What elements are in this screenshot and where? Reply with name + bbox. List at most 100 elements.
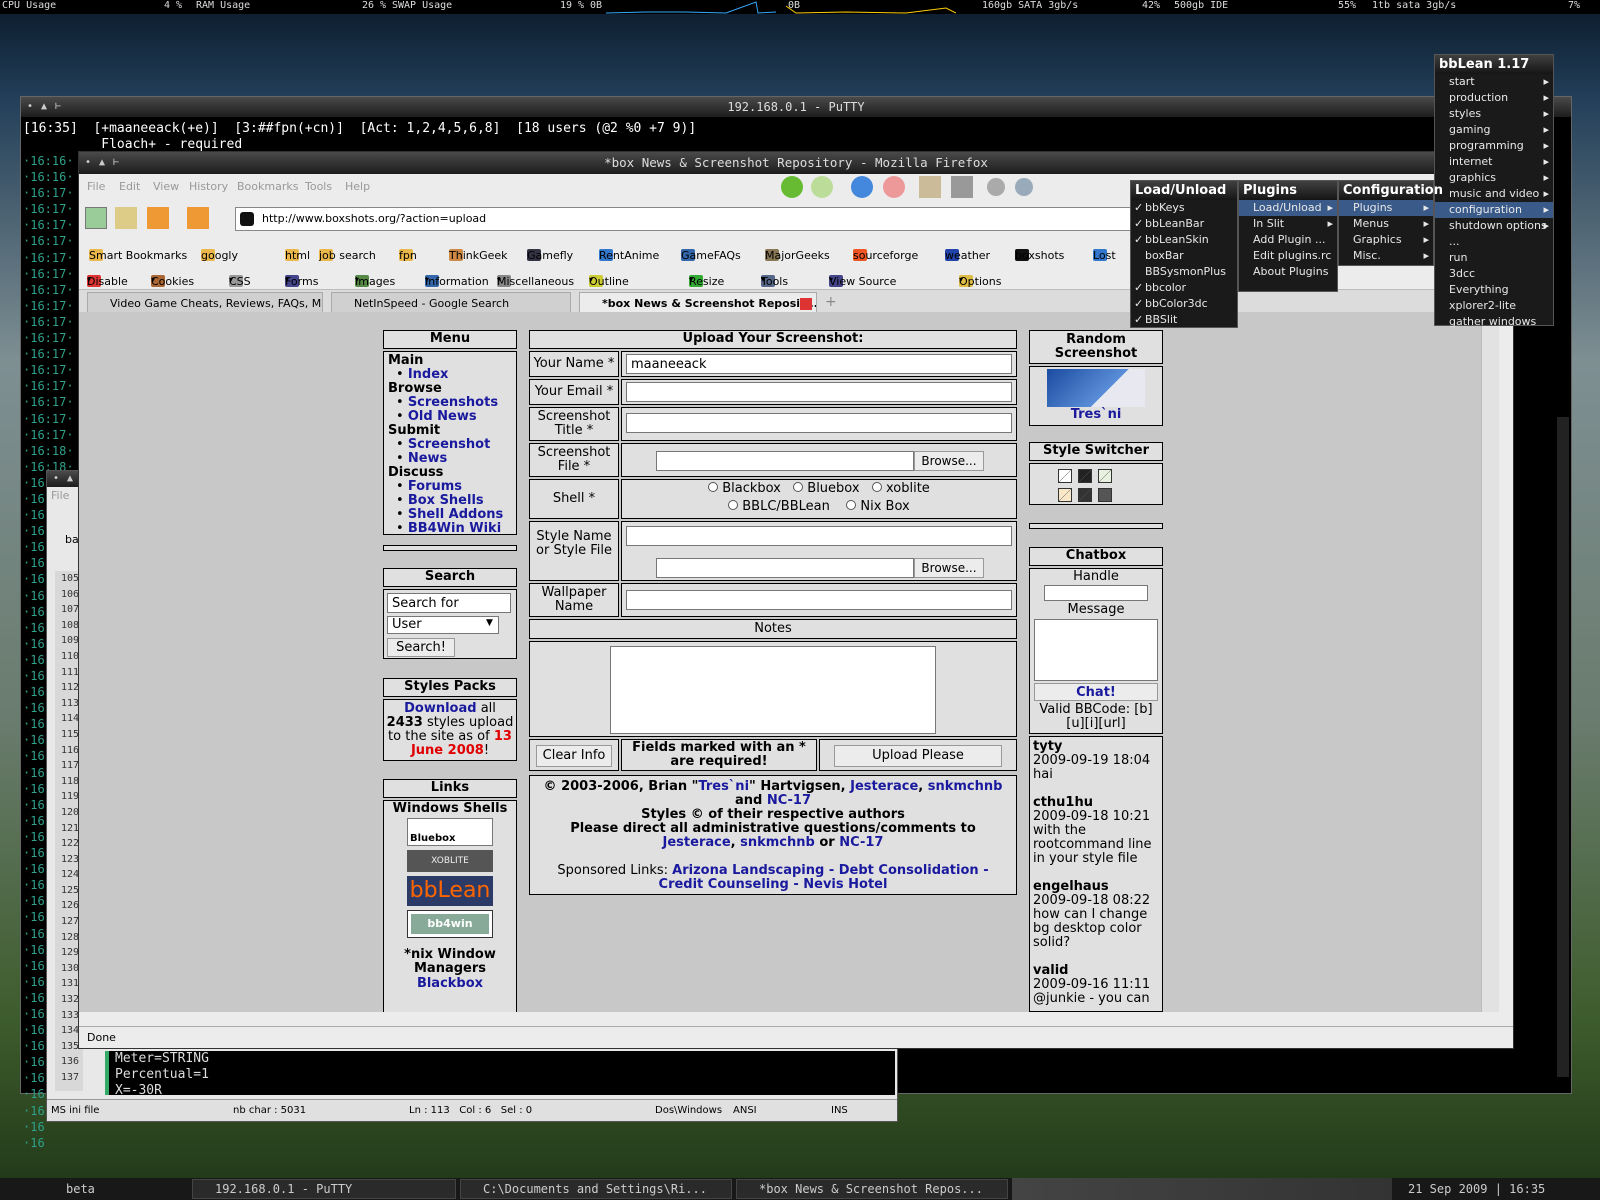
bb-menu-item[interactable]: gaming ▸	[1435, 122, 1553, 138]
clear-button[interactable]: Clear Info	[536, 745, 612, 767]
link-shell-addons[interactable]: Shell Addons	[408, 507, 503, 522]
bb-menu-item[interactable]: production ▸	[1435, 90, 1553, 106]
menu-help[interactable]: Help	[345, 180, 370, 193]
bb-menu-item[interactable]: Menus ▸	[1339, 216, 1433, 232]
home-icon[interactable]	[919, 176, 941, 198]
bb-menu-item[interactable]: start ▸	[1435, 74, 1553, 90]
wallpaper-input[interactable]	[626, 590, 1012, 610]
title-input[interactable]	[626, 413, 1012, 433]
bb-menu-item[interactable]: run	[1435, 250, 1553, 266]
bb-menu-item[interactable]: BBSlit ✓	[1131, 312, 1237, 328]
gear-icon[interactable]	[987, 178, 1005, 196]
window-buttons[interactable]: •▲⊢	[27, 97, 69, 117]
bb-menu-item[interactable]: bbColor3dc ✓	[1131, 296, 1237, 312]
shell-radio-bblean[interactable]: BBLC/BBLean	[728, 499, 830, 514]
bb-menu-item[interactable]: styles ▸	[1435, 106, 1553, 122]
new-tab-icon[interactable]: +	[825, 294, 837, 310]
menu-view[interactable]: View	[153, 180, 179, 193]
task-firefox[interactable]: *box News & Screenshot Repos...	[736, 1179, 1008, 1199]
menu-history[interactable]: History	[189, 180, 228, 193]
bb-menu-item[interactable]: bbcolor ✓	[1131, 280, 1237, 296]
page-scrollbar[interactable]	[1481, 312, 1499, 1012]
style-file-input[interactable]	[656, 558, 914, 578]
stop-icon[interactable]	[883, 176, 905, 198]
style-browse-button[interactable]: Browse...	[914, 558, 984, 578]
chat-button[interactable]: Chat!	[1034, 683, 1158, 701]
putty-titlebar[interactable]: •▲⊢ 192.168.0.1 - PuTTY	[21, 97, 1571, 117]
editor-menu-file[interactable]: File	[51, 489, 69, 502]
bb-menu-item[interactable]: xplorer2-lite	[1435, 298, 1553, 314]
bb-menu-item[interactable]: ...	[1435, 234, 1553, 250]
menu-file[interactable]: File	[87, 180, 105, 193]
style-name-input[interactable]	[626, 526, 1012, 546]
link-nc17[interactable]: NC-17	[767, 793, 811, 808]
bblean-config-menu[interactable]: Configuration Plugins ▸ Menus ▸ Graphics ▸ Mis…	[1338, 180, 1443, 266]
bb-menu-item[interactable]: Load/Unload ▸	[1239, 200, 1337, 216]
link-tresni[interactable]: Tres`ni	[698, 779, 749, 794]
bb-menu-item[interactable]: shutdown options ▸	[1435, 218, 1553, 234]
menu-tools[interactable]: Tools	[305, 180, 332, 193]
browse-button[interactable]: Browse...	[914, 451, 984, 471]
close-tab-icon[interactable]	[800, 298, 812, 310]
bblean-plugins-menu[interactable]: Plugins Load/Unload ▸ In Slit ▸ Add Plugin .…	[1238, 180, 1338, 292]
link-snkmchnb[interactable]: snkmchnb	[928, 779, 1003, 794]
sponsor-link-4[interactable]: Nevis Hotel	[803, 877, 887, 892]
link-index[interactable]: Index	[408, 367, 449, 382]
firefox-titlebar[interactable]: •▲⊢ *box News & Screenshot Repository - …	[79, 152, 1513, 174]
style-swatch[interactable]	[1078, 488, 1092, 502]
link-submit-news[interactable]: News	[408, 451, 447, 466]
bb-menu-item[interactable]: Graphics ▸	[1339, 232, 1433, 248]
sponsor-link-2[interactable]: Debt Consolidation	[839, 863, 979, 878]
bb-menu-item[interactable]: bbKeys ✓	[1131, 200, 1237, 216]
print-icon[interactable]	[951, 176, 973, 198]
code-area[interactable]: Meter=STRING Percentual=1 X=-30R	[105, 1051, 895, 1098]
bluebox-logo[interactable]: Bluebox	[407, 818, 493, 846]
bblean-logo[interactable]: bbLean	[407, 876, 493, 906]
editor-tab[interactable]: ba	[51, 533, 79, 546]
reload-icon[interactable]	[851, 176, 873, 198]
task-editor[interactable]: C:\Documents and Settings\Ri...	[460, 1179, 732, 1199]
style-swatch[interactable]	[1098, 469, 1112, 483]
url-bar[interactable]: http://www.boxshots.org/?action=upload ☆	[235, 207, 1227, 231]
bb-menu-item[interactable]: In Slit ▸	[1239, 216, 1337, 232]
upload-icon[interactable]	[115, 207, 137, 229]
link-wiki[interactable]: BB4Win Wiki	[408, 521, 501, 536]
upload-button[interactable]: Upload Please	[834, 745, 1002, 767]
link-submit-screenshot[interactable]: Screenshot	[408, 437, 491, 452]
shell-radio-blackbox[interactable]: Blackbox	[708, 481, 781, 496]
link-jesterace-2[interactable]: Jesterace	[663, 835, 731, 850]
style-swatch[interactable]	[1098, 488, 1112, 502]
putty-scrollbar[interactable]	[1557, 417, 1569, 1077]
random-screenshot-thumb[interactable]	[1047, 369, 1145, 407]
bb-menu-item[interactable]: 3dcc	[1435, 266, 1553, 282]
bb-menu-item[interactable]: music and video ▸	[1435, 186, 1553, 202]
link-screenshots[interactable]: Screenshots	[408, 395, 498, 410]
bb-menu-item[interactable]: Add Plugin ...	[1239, 232, 1337, 248]
handle-input[interactable]	[1044, 585, 1148, 601]
forward-icon[interactable]	[811, 176, 833, 198]
download-link[interactable]: Download	[404, 701, 476, 716]
link-box-shells[interactable]: Box Shells	[408, 493, 484, 508]
menu-edit[interactable]: Edit	[119, 180, 140, 193]
back-icon[interactable]	[781, 176, 803, 198]
bb-menu-item[interactable]: boxBar	[1131, 248, 1237, 264]
search-button[interactable]: Search!	[387, 638, 455, 657]
bb-menu-item[interactable]: Plugins ▸	[1339, 200, 1433, 216]
bblean-root-menu[interactable]: bbLean 1.17 start ▸ production ▸ styles ▸ gami…	[1434, 54, 1554, 328]
bb-menu-item[interactable]: Everything	[1435, 282, 1553, 298]
download-icon[interactable]	[85, 207, 107, 229]
link-nc17-2[interactable]: NC-17	[839, 835, 883, 850]
link-forums[interactable]: Forums	[408, 479, 462, 494]
task-putty[interactable]: 192.168.0.1 - PuTTY	[192, 1179, 456, 1199]
search-type-select[interactable]: User	[387, 616, 499, 634]
bb-menu-item[interactable]: bbLeanBar ✓	[1131, 216, 1237, 232]
style-swatch[interactable]	[1058, 488, 1072, 502]
link-snkmchnb-2[interactable]: snkmchnb	[740, 835, 815, 850]
bb-menu-item[interactable]: Misc. ▸	[1339, 248, 1433, 264]
bb-menu-item[interactable]: programming ▸	[1435, 138, 1553, 154]
addon-icon[interactable]	[1015, 178, 1033, 196]
link-old-news[interactable]: Old News	[408, 409, 477, 424]
arrow-down-icon[interactable]	[187, 207, 209, 229]
style-swatch[interactable]	[1078, 469, 1092, 483]
flash-icon[interactable]	[147, 207, 169, 229]
